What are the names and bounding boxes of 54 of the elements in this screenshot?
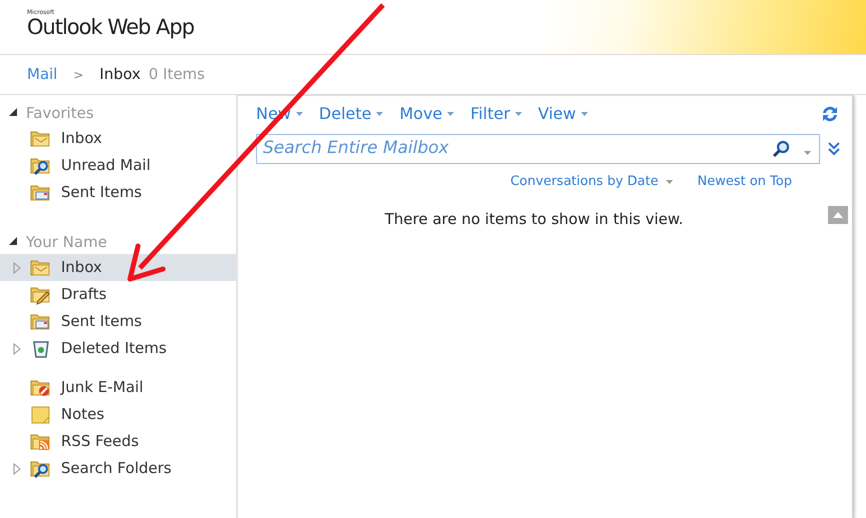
folder-label: Inbox — [61, 257, 102, 278]
folder-item[interactable]: Inbox — [0, 254, 236, 281]
toolbar-menu-button[interactable]: Move — [399, 102, 454, 126]
folder-item[interactable]: RSS Feeds — [0, 428, 236, 455]
folder-item[interactable]: Junk E-Mail — [0, 374, 236, 401]
folder-item[interactable]: Drafts — [0, 281, 236, 308]
expand-triangle-icon[interactable] — [12, 342, 22, 354]
search-icon[interactable] — [772, 140, 790, 158]
folder-label: Notes — [61, 404, 104, 426]
caret-icon — [296, 112, 303, 116]
folder-item[interactable]: Notes — [0, 401, 236, 428]
caret-icon[interactable] — [804, 151, 812, 155]
folder-label: Deleted Items — [61, 338, 167, 360]
toolbar-menu-button[interactable]: View — [538, 102, 588, 126]
folder-item[interactable]: Sent Items — [0, 308, 236, 335]
folder-label: Sent Items — [61, 311, 142, 332]
caret-icon — [666, 180, 674, 184]
expand-triangle-icon[interactable] — [12, 462, 22, 474]
app-title: Outlook Web App — [27, 16, 194, 40]
expand-triangle-icon[interactable] — [12, 262, 22, 274]
folder-label: Sent Items — [61, 182, 142, 204]
item-count: 0 Items — [148, 64, 205, 86]
folder-item[interactable]: Search Folders — [0, 455, 236, 482]
scroll-up-button[interactable] — [828, 206, 848, 224]
folder-label: RSS Feeds — [61, 431, 139, 452]
expand-chevron-icon[interactable] — [828, 142, 840, 156]
folder-label: Unread Mail — [61, 155, 151, 176]
refresh-icon[interactable] — [820, 104, 840, 124]
folder-name: Inbox — [100, 64, 141, 86]
toolbar-menu-button[interactable]: Delete — [318, 102, 384, 126]
section-title: Favorites — [26, 102, 94, 124]
folder-item[interactable]: Deleted Items — [0, 335, 236, 362]
caret-icon — [376, 112, 384, 116]
up-arrow-icon — [833, 212, 843, 218]
caret-icon — [515, 112, 522, 116]
folder-item[interactable]: Sent Items — [0, 179, 236, 206]
caret-icon — [447, 112, 454, 116]
expanded-triangle-icon[interactable] — [8, 108, 18, 118]
caret-icon — [580, 112, 588, 116]
expanded-triangle-icon[interactable] — [8, 237, 18, 247]
folder-label: Inbox — [61, 128, 102, 150]
folder-item[interactable]: Inbox — [0, 125, 236, 152]
breadcrumb-separator: > — [73, 66, 84, 84]
mail-link[interactable]: Mail — [27, 63, 58, 86]
toolbar-menu-button[interactable]: Filter — [470, 102, 522, 126]
sort-menu-button[interactable]: Conversations by Date — [510, 172, 674, 192]
section-title: Your Name — [26, 232, 108, 253]
folder-item[interactable]: Unread Mail — [0, 152, 236, 179]
sort-order-button[interactable]: Newest on Top — [697, 172, 792, 192]
folder-label: Search Folders — [61, 458, 172, 480]
folder-label: Junk E-Mail — [61, 377, 144, 398]
empty-message: There are no items to show in this view. — [384, 210, 684, 228]
note-icon — [30, 404, 52, 426]
folder-label: Drafts — [61, 284, 107, 306]
